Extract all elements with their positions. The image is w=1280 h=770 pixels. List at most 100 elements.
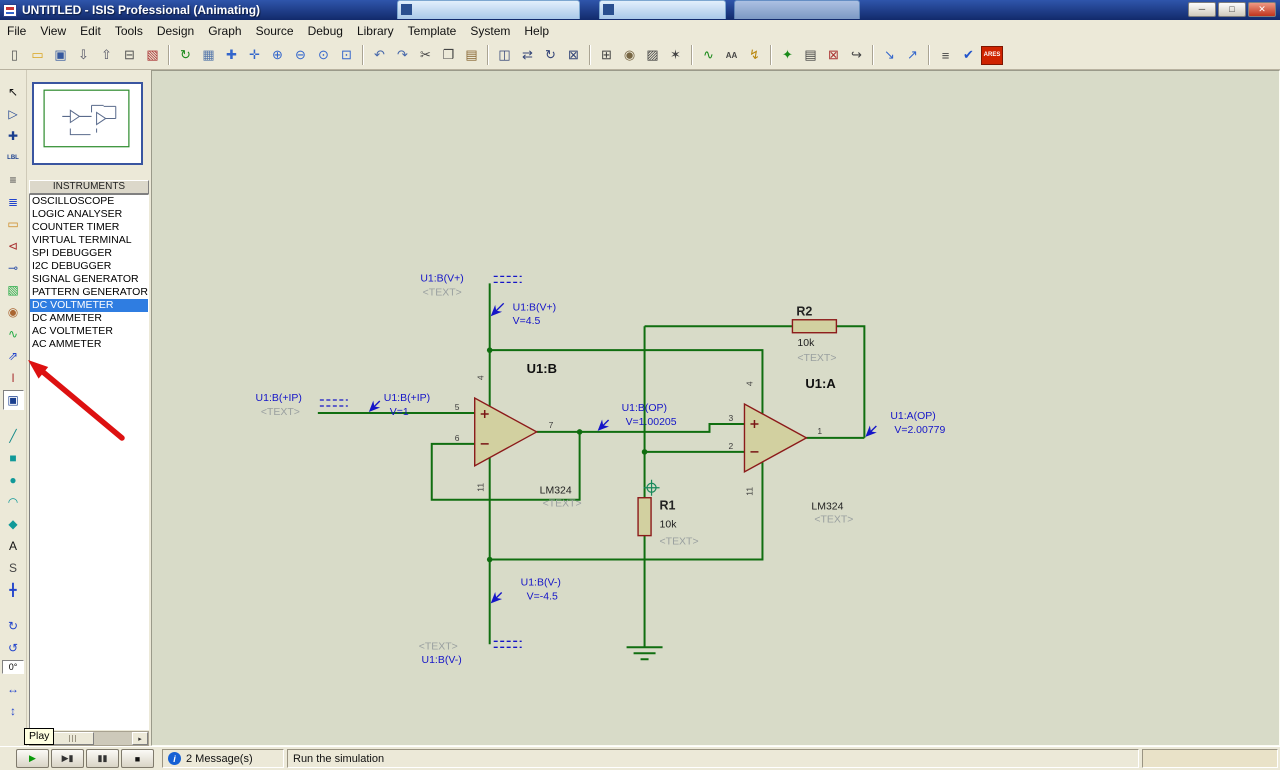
packaging-tool-icon[interactable]: ▨ [642, 45, 663, 66]
return-to-parent-icon[interactable]: ↗ [902, 45, 923, 66]
background-window[interactable] [397, 0, 580, 19]
instrument-ac-voltmeter[interactable]: AC VOLTMETER [30, 325, 148, 338]
text-2d-icon[interactable]: A [3, 536, 24, 556]
tape-recorder-icon[interactable]: ◉ [3, 302, 24, 322]
buses-icon[interactable]: ≣ [3, 192, 24, 212]
graph-icon[interactable]: ▧ [3, 280, 24, 300]
netlist-to-ares-icon[interactable]: ARES [981, 45, 1003, 65]
zoom-all-icon[interactable]: ⊙ [313, 45, 334, 66]
scrollbar-right-arrow-button[interactable]: ▸ [132, 732, 148, 745]
schematic-canvas[interactable]: U1:B LM324 <TEXT> 5 6 7 4 11 U1:A LM324 … [151, 70, 1280, 746]
symbol-2d-icon[interactable]: S [3, 558, 24, 578]
zoom-out-icon[interactable]: ⊖ [290, 45, 311, 66]
block-move-icon[interactable]: ⇄ [517, 45, 538, 66]
undo-icon[interactable]: ↶ [369, 45, 390, 66]
menu-file[interactable]: File [0, 22, 33, 40]
toggle-origin-icon[interactable]: ✚ [221, 45, 242, 66]
arc-2d-icon[interactable]: ◠ [3, 492, 24, 512]
subcircuit-icon[interactable]: ▭ [3, 214, 24, 234]
generator-icon[interactable]: ∿ [3, 324, 24, 344]
rotate-anticlockwise-icon[interactable]: ↺ [3, 638, 24, 658]
message-panel[interactable]: i 2 Message(s) [162, 749, 284, 768]
bill-of-materials-icon[interactable]: ≡ [935, 45, 956, 66]
block-rotate-icon[interactable]: ↻ [540, 45, 561, 66]
print-design-icon[interactable]: ⊟ [119, 45, 140, 66]
instrument-oscilloscope[interactable]: OSCILLOSCOPE [30, 195, 148, 208]
mirror-horizontal-icon[interactable]: ↔ [3, 679, 24, 699]
step-button[interactable]: ▶▮ [51, 749, 84, 768]
instrument-virtual-terminal[interactable]: VIRTUAL TERMINAL [30, 234, 148, 247]
line-2d-icon[interactable]: ╱ [3, 426, 24, 446]
zoom-area-icon[interactable]: ⊡ [336, 45, 357, 66]
new-sheet-icon[interactable]: ▤ [800, 45, 821, 66]
instrument-ac-ammeter[interactable]: AC AMMETER [30, 338, 148, 351]
center-at-cursor-icon[interactable]: ✛ [244, 45, 265, 66]
pause-button[interactable]: ▮▮ [86, 749, 119, 768]
text-script-icon[interactable]: ≡ [3, 170, 24, 190]
new-design-icon[interactable]: ▯ [4, 45, 25, 66]
electrical-rules-check-icon[interactable]: ✔ [958, 45, 979, 66]
block-delete-icon[interactable]: ⊠ [563, 45, 584, 66]
instrument-dc-ammeter[interactable]: DC AMMETER [30, 312, 148, 325]
menu-template[interactable]: Template [401, 22, 464, 40]
remove-sheet-icon[interactable]: ⊠ [823, 45, 844, 66]
menu-system[interactable]: System [463, 22, 517, 40]
terminal-icon[interactable]: ⊲ [3, 236, 24, 256]
instrument-counter-timer[interactable]: COUNTER TIMER [30, 221, 148, 234]
mirror-vertical-icon[interactable]: ↕ [3, 701, 24, 721]
resistor-r1[interactable]: R1 10k <TEXT> [637, 497, 699, 548]
pick-parts-icon[interactable]: ⊞ [596, 45, 617, 66]
ground-symbol[interactable] [626, 646, 663, 661]
opamp-u1a[interactable]: U1:A LM324 <TEXT> 3 2 1 4 11 [728, 376, 853, 526]
make-device-icon[interactable]: ◉ [619, 45, 640, 66]
design-explorer-icon[interactable]: ✦ [777, 45, 798, 66]
rotation-angle-field[interactable]: 0° [2, 660, 24, 674]
minimize-button[interactable]: ─ [1188, 2, 1216, 17]
instrument-pattern-generator[interactable]: PATTERN GENERATOR [30, 286, 148, 299]
copy-icon[interactable]: ❐ [438, 45, 459, 66]
menu-source[interactable]: Source [249, 22, 301, 40]
open-design-icon[interactable]: ▭ [27, 45, 48, 66]
property-assignment-icon[interactable]: ↯ [744, 45, 765, 66]
closed-path-2d-icon[interactable]: ◆ [3, 514, 24, 534]
search-tag-icon[interactable]: AA [721, 45, 742, 66]
virtual-instruments-icon[interactable]: ▣ [2, 390, 24, 410]
opamp-u1b[interactable]: U1:B LM324 <TEXT> 5 6 7 4 11 [455, 361, 582, 510]
menu-library[interactable]: Library [350, 22, 401, 40]
block-copy-icon[interactable]: ◫ [494, 45, 515, 66]
menu-design[interactable]: Design [150, 22, 201, 40]
play-button[interactable]: ▶ [16, 749, 49, 768]
menu-tools[interactable]: Tools [108, 22, 150, 40]
dc-generator-symbols[interactable] [319, 275, 522, 648]
instrument-signal-generator[interactable]: SIGNAL GENERATOR [30, 273, 148, 286]
zoom-to-child-icon[interactable]: ↘ [879, 45, 900, 66]
background-window[interactable] [599, 0, 726, 19]
current-probe-icon[interactable]: I [3, 368, 24, 388]
circle-2d-icon[interactable]: ● [3, 470, 24, 490]
wire-autorouter-icon[interactable]: ∿ [698, 45, 719, 66]
component-mode-icon[interactable]: ▷ [3, 104, 24, 124]
close-button[interactable]: ✕ [1248, 2, 1276, 17]
menu-view[interactable]: View [33, 22, 73, 40]
paste-icon[interactable]: ▤ [461, 45, 482, 66]
toggle-grid-icon[interactable]: ▦ [198, 45, 219, 66]
instrument-i2c-debugger[interactable]: I2C DEBUGGER [30, 260, 148, 273]
redraw-display-icon[interactable]: ↻ [175, 45, 196, 66]
device-pin-icon[interactable]: ⊸ [3, 258, 24, 278]
menu-debug[interactable]: Debug [301, 22, 350, 40]
background-window[interactable] [734, 0, 860, 19]
scrollbar-thumb[interactable] [52, 732, 94, 745]
zoom-in-icon[interactable]: ⊕ [267, 45, 288, 66]
save-design-icon[interactable]: ▣ [50, 45, 71, 66]
rotate-clockwise-icon[interactable]: ↻ [3, 616, 24, 636]
marker-2d-icon[interactable]: ╋ [3, 580, 24, 600]
instrument-spi-debugger[interactable]: SPI DEBUGGER [30, 247, 148, 260]
redo-icon[interactable]: ↷ [392, 45, 413, 66]
maximize-button[interactable]: □ [1218, 2, 1246, 17]
box-2d-icon[interactable]: ■ [3, 448, 24, 468]
decompose-icon[interactable]: ✶ [665, 45, 686, 66]
scrollbar-track[interactable] [46, 732, 132, 745]
wire-label-icon[interactable]: LBL [3, 148, 24, 168]
cut-icon[interactable]: ✂ [415, 45, 436, 66]
export-section-icon[interactable]: ⇧ [96, 45, 117, 66]
